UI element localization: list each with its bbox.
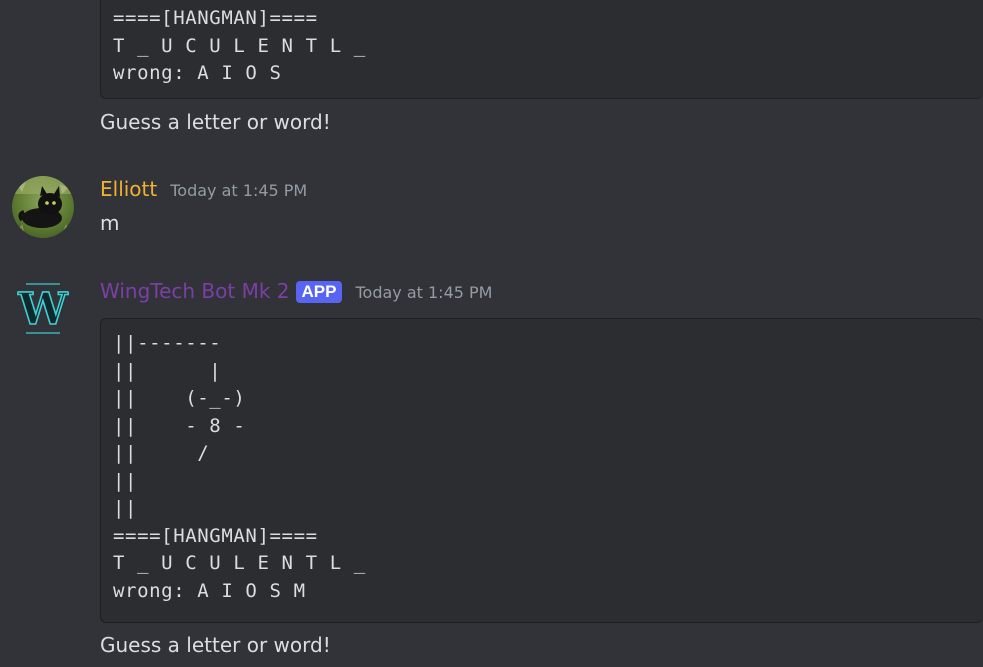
hangman-board: ||------- || | || (-_-) || - 8 - || / ||… [113, 332, 366, 602]
message-header: Elliott Today at 1:45 PM [100, 177, 307, 201]
code-block: ====[HANGMAN]==== T _ U C U L E N T L _ … [100, 0, 983, 99]
app-badge: APP [295, 281, 343, 303]
hangman-board: ====[HANGMAN]==== T _ U C U L E N T L _ … [113, 7, 366, 84]
wingtech-logo-avatar[interactable]: W [12, 278, 74, 340]
timestamp[interactable]: Today at 1:45 PM [355, 283, 492, 302]
black-cat-avatar[interactable] [12, 176, 74, 238]
message-text: Guess a letter or word! [100, 110, 331, 134]
message-text: m [100, 211, 120, 235]
author-name[interactable]: WingTech Bot Mk 2 [100, 279, 290, 303]
svg-text:W: W [17, 284, 68, 335]
author-name[interactable]: Elliott [100, 177, 157, 201]
timestamp[interactable]: Today at 1:45 PM [170, 181, 307, 200]
message-text: Guess a letter or word! [100, 633, 331, 657]
avatar-image [12, 176, 74, 238]
avatar-image: W [12, 278, 74, 340]
code-block: ||------- || | || (-_-) || - 8 - || / ||… [100, 318, 983, 623]
chat-message-list: ====[HANGMAN]==== T _ U C U L E N T L _ … [0, 0, 983, 667]
message-header: WingTech Bot Mk 2 APP Today at 1:45 PM [100, 279, 492, 304]
